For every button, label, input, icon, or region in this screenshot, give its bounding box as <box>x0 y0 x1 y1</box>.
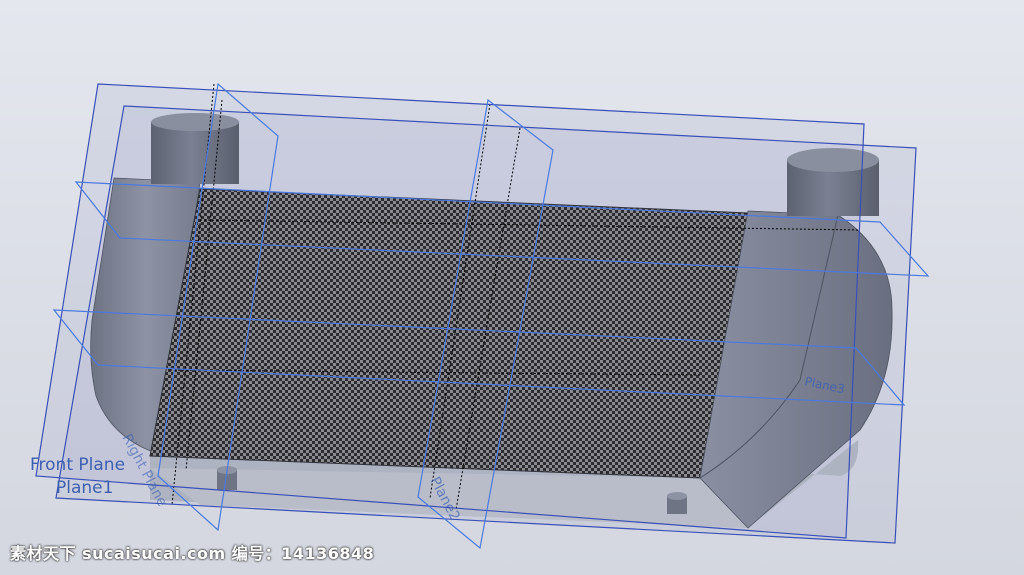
left-inlet-pipe <box>151 113 239 184</box>
front-plane-label: Front Plane <box>30 455 125 475</box>
mount-boss-right <box>667 492 687 514</box>
core-mesh <box>149 188 749 479</box>
right-outlet-pipe <box>787 148 879 216</box>
watermark-text: 素材天下 sucaisucai.com 编号：14136848 <box>10 544 375 563</box>
plane1-label: Plane1 <box>56 478 113 498</box>
cad-3d-viewport[interactable]: Front Plane Plane1 Right Plane Plane2 Pl… <box>0 0 1024 575</box>
